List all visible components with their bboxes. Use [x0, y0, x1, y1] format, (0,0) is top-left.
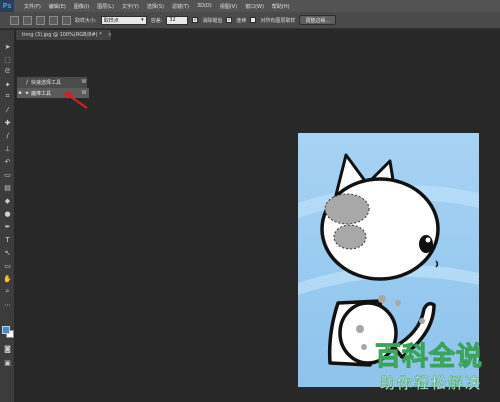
contiguous-checkbox[interactable]: ✓ — [226, 17, 233, 23]
contiguous-label: 连续 — [236, 17, 247, 24]
close-icon[interactable]: × — [108, 32, 112, 38]
chevron-down-icon: ▾ — [141, 17, 144, 23]
tolerance-input[interactable]: 32 — [166, 15, 189, 25]
document-tab-title: timg (3).jpg @ 100%(RGB/8#) * — [22, 32, 102, 38]
all-layers-checkbox[interactable] — [250, 17, 257, 23]
more-tools-icon[interactable]: ⋯ — [3, 300, 12, 309]
zoom-tool-icon[interactable]: ⌕ — [3, 287, 12, 296]
sample-size-select[interactable]: 取样点 ▾ — [100, 15, 147, 25]
lasso-tool-icon[interactable]: ᘓ — [3, 67, 12, 76]
flyout-item-label: 快速选择工具 — [31, 79, 62, 86]
brush-tool-icon[interactable]: ∕ — [3, 131, 12, 140]
add-selection-icon[interactable] — [36, 15, 45, 25]
watermark: 百科全说 助你轻松解决 — [372, 336, 494, 398]
shape-tool-icon[interactable]: ▭ — [3, 261, 12, 270]
menu-edit[interactable]: 编辑(E) — [45, 3, 70, 10]
red-arrow-annotation — [63, 92, 88, 109]
menu-3d[interactable]: 3D(D) — [193, 3, 216, 10]
eraser-tool-icon[interactable]: ▭ — [3, 170, 12, 179]
tolerance-label: 容差: — [150, 17, 163, 24]
menu-window[interactable]: 窗口(W) — [241, 3, 268, 10]
intersect-selection-icon[interactable] — [62, 15, 71, 25]
document-tab[interactable]: timg (3).jpg @ 100%(RGB/8#) * × — [16, 30, 112, 40]
menu-items: 文件(F) 编辑(E) 图像(I) 图层(L) 文字(Y) 选择(S) 滤镜(T… — [20, 3, 294, 10]
magic-wand-tool-icon[interactable]: ✦ — [3, 80, 12, 89]
menu-help[interactable]: 帮助(H) — [268, 3, 294, 10]
menu-view[interactable]: 视图(V) — [216, 3, 241, 10]
quick-selection-icon: ∕ — [25, 78, 29, 86]
blur-tool-icon[interactable]: ◆ — [3, 196, 12, 205]
options-bar: 取样大小: 取样点 ▾ 容差: 32 ✓ 消除锯齿 ✓ 连续 对所有图层取样 调… — [0, 12, 500, 29]
sample-size-value: 取样点 — [103, 17, 119, 24]
new-selection-icon[interactable] — [23, 15, 32, 25]
pen-tool-icon[interactable]: ✒ — [3, 222, 12, 231]
menu-layer[interactable]: 图层(L) — [93, 3, 118, 10]
antialias-label: 消除锯齿 — [202, 17, 223, 24]
all-layers-label: 对所有图层取样 — [260, 17, 296, 24]
gradient-tool-icon[interactable]: ▤ — [3, 183, 12, 192]
path-selection-tool-icon[interactable]: ↖ — [3, 248, 12, 257]
sample-size-label: 取样大小: — [75, 17, 97, 24]
menu-select[interactable]: 选择(S) — [143, 3, 168, 10]
menu-type[interactable]: 文字(Y) — [118, 3, 143, 10]
refine-edge-button[interactable]: 调整边缘... — [299, 15, 337, 25]
move-tool-icon[interactable]: ➤ — [3, 42, 12, 51]
eyedropper-tool-icon[interactable]: ⁄ — [3, 105, 12, 114]
screen-mode-icon[interactable]: ▣ — [3, 358, 12, 367]
menu-bar: Ps 文件(F) 编辑(E) 图像(I) 图层(L) 文字(Y) 选择(S) 滤… — [0, 0, 500, 12]
hand-tool-icon[interactable]: ✋ — [3, 274, 12, 283]
antialias-checkbox[interactable]: ✓ — [192, 17, 199, 23]
quick-mask-icon[interactable]: ◙ — [3, 344, 12, 353]
crop-tool-icon[interactable]: ⌗ — [3, 92, 12, 101]
dodge-tool-icon[interactable]: ● — [3, 209, 12, 218]
photoshop-logo: Ps — [0, 0, 14, 12]
flyout-item-quick-selection[interactable]: ∕ 快速选择工具 W — [17, 77, 89, 87]
history-brush-tool-icon[interactable]: ↶ — [3, 157, 12, 166]
tools-panel: ➤ ⬚ ᘓ ✦ ⌗ ⁄ ✚ ∕ ⊥ ↶ ▭ ▤ ◆ ● ✒ T ↖ ▭ ✋ ⌕ … — [0, 30, 15, 402]
tool-preset-icon[interactable] — [10, 15, 19, 25]
watermark-title: 百科全说 — [374, 342, 484, 373]
menu-filter[interactable]: 滤镜(T) — [168, 3, 193, 10]
magic-wand-icon: ✦ — [24, 89, 30, 97]
foreground-color-swatch[interactable] — [2, 326, 10, 334]
type-tool-icon[interactable]: T — [3, 235, 12, 244]
watermark-subtitle: 助你轻松解决 — [380, 374, 483, 393]
marquee-tool-icon[interactable]: ⬚ — [3, 55, 12, 64]
subtract-selection-icon[interactable] — [49, 15, 58, 25]
menu-image[interactable]: 图像(I) — [70, 3, 93, 10]
healing-brush-tool-icon[interactable]: ✚ — [3, 118, 12, 127]
menu-file[interactable]: 文件(F) — [20, 3, 45, 10]
clone-stamp-tool-icon[interactable]: ⊥ — [3, 144, 12, 153]
flyout-item-shortcut: W — [81, 79, 87, 85]
